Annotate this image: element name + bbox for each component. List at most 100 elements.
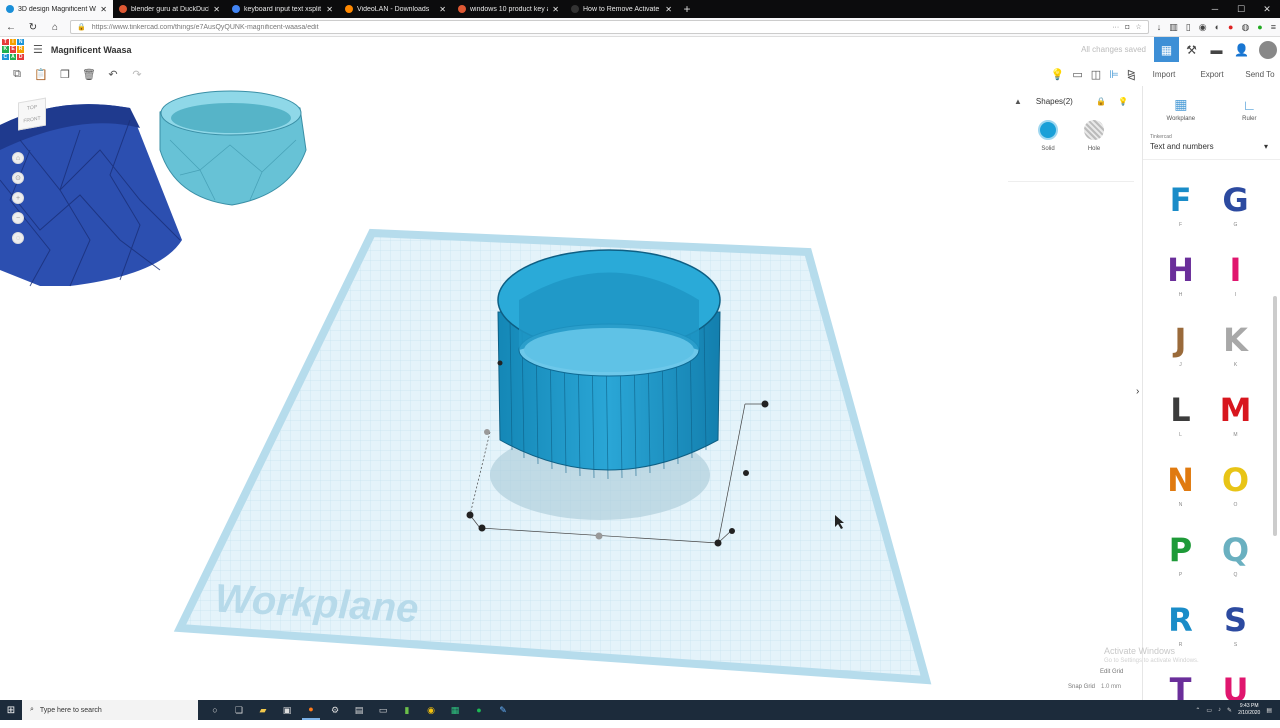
shape-item[interactable]: GG (1208, 182, 1263, 238)
shape-item[interactable]: KK (1208, 322, 1263, 378)
file-explorer-icon[interactable]: ▰ (254, 700, 272, 720)
avatar[interactable] (1259, 40, 1277, 59)
app-icon-3[interactable]: ▦ (446, 700, 464, 720)
paste-icon[interactable]: 📋 (29, 68, 53, 81)
shape-item[interactable]: QQ (1208, 532, 1263, 588)
blocks-icon[interactable]: ⚒ (1179, 37, 1204, 62)
back-icon[interactable]: ← (4, 22, 18, 33)
sidebar-expand-chevron-icon[interactable]: › (1136, 386, 1139, 397)
tab-close-icon[interactable]: ✕ (552, 5, 559, 14)
browser-tab[interactable]: 3D design Magnificent Waasa ✕ (0, 0, 113, 18)
group-icon[interactable]: ▭ (1072, 68, 1082, 81)
shape-item[interactable]: NN (1153, 462, 1208, 518)
send-to-button[interactable]: Send To (1240, 70, 1280, 79)
ruler-button[interactable]: ∟ Ruler (1242, 97, 1256, 122)
home-view-icon[interactable]: ⌂ (12, 152, 24, 164)
hide-shape-icon[interactable]: 💡 (1118, 97, 1128, 106)
delete-icon[interactable]: 🗑 (77, 68, 101, 81)
sidebar-icon[interactable]: ▯ (1186, 22, 1191, 33)
tab-close-icon[interactable]: ✕ (665, 5, 672, 14)
volume-icon[interactable]: ♪ (1218, 707, 1221, 713)
collapse-chevron-icon[interactable]: ▲ (1014, 97, 1022, 106)
extension-icon-3[interactable]: ● (1228, 22, 1233, 33)
pocket-icon[interactable]: ◘ (1125, 24, 1129, 31)
task-view-icon[interactable]: ❏ (230, 700, 248, 720)
design-title[interactable]: Magnificent Waasa (51, 45, 132, 55)
3d-view-grid-icon[interactable]: ▦ (1154, 37, 1179, 62)
shape-item[interactable]: MM (1208, 392, 1263, 448)
new-tab-button[interactable]: + (678, 0, 696, 18)
extension-icon-4[interactable]: ◍ (1241, 22, 1249, 33)
browser-tab[interactable]: VideoLAN - Downloads ✕ (339, 0, 452, 18)
library-icon[interactable]: ▥ (1169, 22, 1178, 33)
shape-item[interactable]: OO (1208, 462, 1263, 518)
shape-item[interactable]: PP (1153, 532, 1208, 588)
network-icon[interactable]: ▭ (1206, 707, 1212, 714)
store-icon[interactable]: ▤ (350, 700, 368, 720)
redo-icon[interactable]: ↷ (125, 68, 149, 81)
browser-tab[interactable]: windows 10 product key at Du ✕ (452, 0, 565, 18)
downloads-icon[interactable]: ↓ (1157, 22, 1162, 33)
tab-close-icon[interactable]: ✕ (100, 5, 107, 14)
reload-icon[interactable]: ↻ (26, 22, 40, 33)
tinkercad-logo[interactable]: TIN KER CAD (2, 38, 24, 61)
workplane-button[interactable]: ▦ Workplane (1167, 96, 1196, 122)
bookmark-star-icon[interactable]: ☆ (1135, 23, 1141, 31)
mirror-icon[interactable]: ⧎ (1127, 68, 1136, 81)
undo-icon[interactable]: ↶ (101, 68, 125, 81)
snap-grid-control[interactable]: Snap Grid 1.0 mm (1068, 684, 1121, 690)
snap-grid-value[interactable]: 1.0 mm (1101, 684, 1121, 690)
ribbed-cup-shape[interactable] (497, 249, 721, 480)
shape-item[interactable]: HH (1153, 252, 1208, 308)
duplicate-icon[interactable]: ❐ (53, 68, 77, 81)
home-icon[interactable]: ⌂ (48, 22, 62, 33)
zoom-out-icon[interactable]: − (12, 212, 24, 224)
app-icon-2[interactable]: ▮ (398, 700, 416, 720)
sidebar-scrollbar[interactable] (1273, 296, 1277, 536)
3d-workspace[interactable]: Workplane TOP FRONT ⌂ ⊙ + − ◌ (0, 86, 1142, 700)
design-menu-icon[interactable]: ☰ (33, 43, 43, 56)
tab-close-icon[interactable]: ✕ (439, 5, 446, 14)
edit-grid-button[interactable]: Edit Grid (1100, 669, 1123, 675)
view-cube-front[interactable]: FRONT (23, 115, 40, 124)
export-button[interactable]: Export (1192, 70, 1232, 79)
extension-icon[interactable]: ◉ (1199, 22, 1207, 33)
url-bar[interactable]: 🔒 https://www.tinkercad.com/things/e7Aus… (70, 20, 1149, 34)
bricks-icon[interactable]: ▬ (1204, 37, 1229, 62)
cortana-icon[interactable]: ○ (206, 700, 224, 720)
firefox-icon[interactable]: ● (302, 700, 320, 720)
view-cube-top[interactable]: TOP (27, 104, 37, 112)
shape-item[interactable]: FF (1153, 182, 1208, 238)
taskbar-clock[interactable]: 9:43 PM 2/10/2020 (1238, 703, 1260, 717)
chrome-icon[interactable]: ◉ (422, 700, 440, 720)
tab-close-icon[interactable]: ✕ (213, 5, 220, 14)
copy-icon[interactable]: ⧉ (5, 68, 29, 81)
light-bulb-icon[interactable]: 💡 (1051, 68, 1065, 81)
taskbar-search[interactable]: ⌕ Type here to search (22, 700, 198, 720)
zoom-in-icon[interactable]: + (12, 192, 24, 204)
browser-tab[interactable]: keyboard input text xsplit - Go ✕ (226, 0, 339, 18)
solid-option[interactable]: Solid (1038, 120, 1058, 152)
shape-item[interactable]: JJ (1153, 322, 1208, 378)
tab-close-icon[interactable]: ✕ (326, 5, 333, 14)
extension-icon-5[interactable]: ● (1257, 22, 1262, 33)
tray-chevron-icon[interactable]: ⌃ (1195, 707, 1200, 714)
fit-view-icon[interactable]: ⊙ (12, 172, 24, 184)
align-icon[interactable]: ⊫ (1109, 68, 1119, 81)
maximize-icon[interactable]: ☐ (1228, 0, 1254, 18)
terminal-icon[interactable]: ▭ (374, 700, 392, 720)
hole-swatch[interactable] (1084, 120, 1104, 140)
import-button[interactable]: Import (1144, 70, 1184, 79)
browser-tab[interactable]: How to Remove Activate Window ✕ (565, 0, 678, 18)
settings-icon[interactable]: ⚙ (326, 700, 344, 720)
scene-canvas[interactable]: Workplane (0, 86, 1142, 700)
page-actions-icon[interactable]: ··· (1112, 24, 1119, 31)
user-icon[interactable]: 👤 (1229, 37, 1254, 62)
app-icon-1[interactable]: ▣ (278, 700, 296, 720)
minimize-icon[interactable]: ─ (1202, 0, 1228, 18)
shape-item[interactable]: SS (1208, 602, 1263, 658)
language-icon[interactable]: ✎ (1227, 707, 1232, 714)
app-icon-4[interactable]: ✎ (494, 700, 512, 720)
windows-start-icon[interactable]: ⊞ (0, 705, 22, 716)
category-selector[interactable]: Tinkercad Text and numbers ▾ (1150, 134, 1280, 151)
